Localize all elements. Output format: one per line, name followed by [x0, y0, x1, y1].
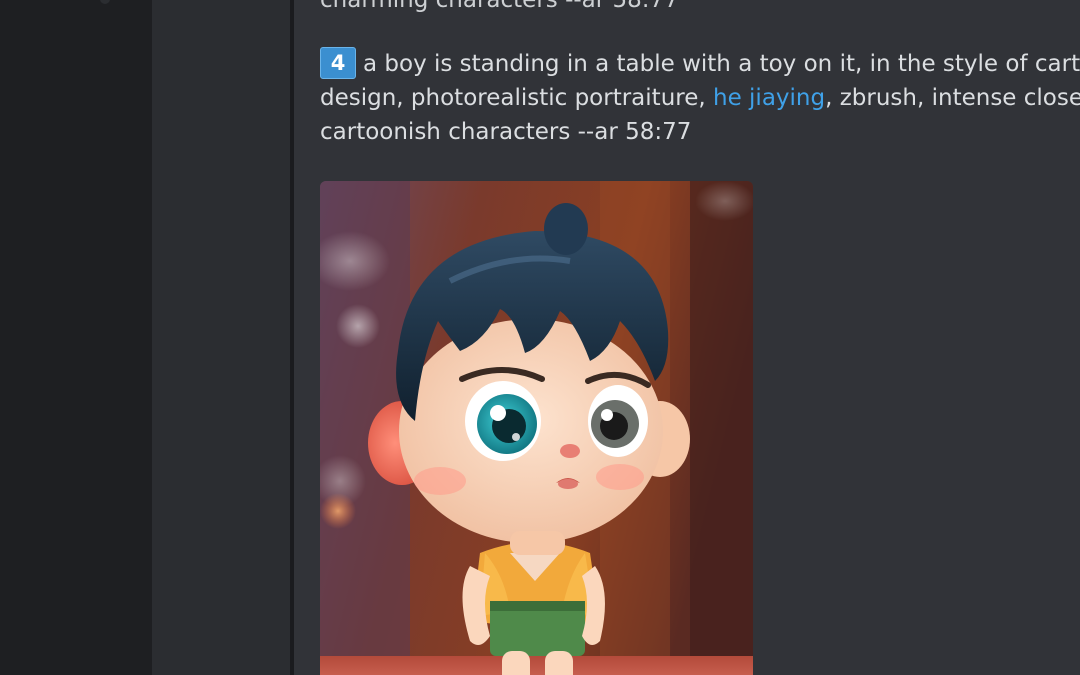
artist-link[interactable]: he jiaying	[713, 85, 825, 111]
keycap-number-badge: 4	[320, 47, 356, 79]
prompt-text-line-2a: design, photorealistic portraiture,	[320, 85, 713, 111]
prompt-text-line-2b: , zbrush, intense close-u	[825, 85, 1080, 111]
channel-sidebar	[152, 0, 290, 675]
chat-area: charming characters --ar 58:77 4 a boy is…	[294, 0, 1080, 675]
prompt-text-line-1: a boy is standing in a table with a toy …	[363, 51, 1080, 77]
prompt-line-1: 4 a boy is standing in a table with a toy…	[320, 47, 1080, 81]
generated-image[interactable]	[320, 181, 753, 675]
prompt-line-2: design, photorealistic portraiture, he j…	[320, 81, 1080, 115]
previous-message-tail: charming characters --ar 58:77	[320, 0, 679, 13]
prompt-line-3: cartoonish characters --ar 58:77	[320, 119, 692, 145]
server-icon[interactable]	[100, 0, 110, 4]
cartoon-boy-image	[320, 181, 753, 675]
server-rail	[0, 0, 152, 675]
discord-window: charming characters --ar 58:77 4 a boy is…	[0, 0, 1080, 675]
